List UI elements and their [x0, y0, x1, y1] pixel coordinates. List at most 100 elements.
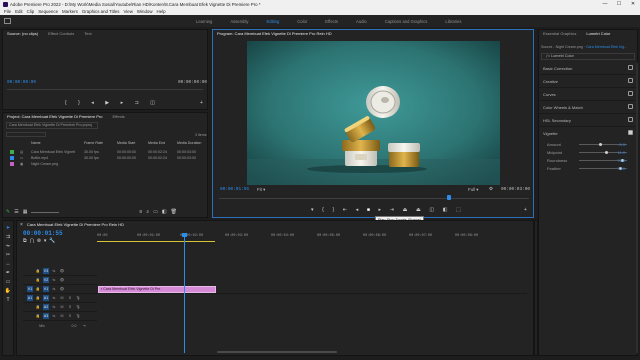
program-scrub-bar[interactable]: [219, 198, 529, 199]
track-target-v3[interactable]: V3: [43, 268, 49, 274]
col-media-start[interactable]: Media Start: [117, 141, 135, 145]
icon-view-icon[interactable]: ▦: [23, 209, 28, 215]
export-frame-icon[interactable]: ◫: [429, 207, 434, 213]
linked-selection-icon[interactable]: ⊗: [37, 238, 41, 244]
voiceover-icon[interactable]: 🎙: [75, 295, 81, 301]
tab-effects[interactable]: Effects: [113, 114, 125, 119]
voiceover-icon[interactable]: 🎙: [75, 304, 81, 310]
menu-sequence[interactable]: Sequence: [38, 9, 58, 14]
tab-sequence[interactable]: Cara Membuat Efek Vignette Di Premiere P…: [27, 222, 124, 227]
section-vignette[interactable]: Vignette: [539, 127, 637, 140]
col-name[interactable]: Name: [31, 141, 41, 145]
track-select-icon[interactable]: ⇉: [6, 234, 10, 240]
mix-volume-value[interactable]: 0.0: [69, 323, 79, 329]
comparison-view-icon[interactable]: ◧: [443, 207, 448, 213]
tab-lumetri-color[interactable]: Lumetri Color: [586, 31, 610, 36]
workspace-editing[interactable]: Editing: [266, 19, 279, 24]
section-checkbox[interactable]: [628, 78, 633, 83]
section-checkbox[interactable]: [628, 104, 633, 109]
section-checkbox[interactable]: [628, 117, 633, 122]
trash-icon[interactable]: 🗑: [171, 209, 177, 215]
tab-program[interactable]: Program: Cara Membuat Efek Vignette Di P…: [217, 31, 332, 36]
track-target-a3[interactable]: A3: [43, 313, 49, 319]
go-to-in-icon[interactable]: ⇤: [343, 207, 347, 213]
lock-icon[interactable]: 🔒: [35, 304, 41, 310]
slider-value[interactable]: 11.9: [618, 150, 626, 155]
playhead-marker[interactable]: [447, 195, 451, 200]
maximize-button[interactable]: ☐: [612, 1, 626, 7]
voiceover-icon[interactable]: 🎙: [75, 313, 81, 319]
slider-knob[interactable]: [605, 150, 608, 154]
menu-file[interactable]: File: [4, 9, 11, 14]
workspace-color[interactable]: Color: [297, 19, 307, 24]
slider-value[interactable]: 76.8: [617, 158, 625, 163]
step-forward-icon[interactable]: ▸: [379, 207, 382, 213]
solo-button[interactable]: S: [67, 295, 73, 301]
new-item-icon[interactable]: ◧: [162, 209, 167, 215]
pen-tool-icon[interactable]: ✒: [6, 270, 10, 276]
sync-lock-icon[interactable]: ⇆: [51, 304, 57, 310]
close-window-button[interactable]: ✕: [626, 1, 640, 7]
list-item[interactable]: ▣ Night Cream.png: [6, 161, 206, 167]
menu-graphics-and-titles[interactable]: Graphics and Titles: [82, 9, 120, 14]
mark-in-icon[interactable]: {: [65, 100, 67, 106]
workspace-audio[interactable]: Audio: [356, 19, 367, 24]
slip-tool-icon[interactable]: ↔: [6, 261, 11, 267]
nest-icon[interactable]: ⧉: [23, 238, 27, 244]
playhead-handle[interactable]: [182, 233, 187, 237]
lumetri-source-row[interactable]: Source - Night Cream.png · Cara Membuat …: [541, 45, 627, 49]
source-patch-v1[interactable]: V1: [27, 286, 33, 292]
lock-icon[interactable]: 🔒: [35, 277, 41, 283]
insert-icon[interactable]: ⊐: [135, 100, 139, 106]
tab-project[interactable]: Project: Cara Membuat Efek Vignette Di P…: [7, 114, 103, 119]
work-area-bar[interactable]: [97, 241, 215, 242]
slider-value[interactable]: -3.3: [618, 142, 625, 147]
program-add-button-icon[interactable]: +: [524, 207, 527, 213]
section-checkbox[interactable]: [628, 65, 633, 70]
hand-tool-icon[interactable]: ✋: [5, 288, 11, 294]
extract-icon[interactable]: ⏏: [416, 207, 421, 213]
workspace-effects[interactable]: Effects: [325, 19, 338, 24]
menu-markers[interactable]: Markers: [62, 9, 78, 14]
lock-icon[interactable]: 🔒: [35, 295, 41, 301]
source-timecode-current[interactable]: 00:00:00:00: [7, 80, 36, 85]
settings-icon[interactable]: ⚙: [489, 186, 493, 192]
ripple-edit-icon[interactable]: ⟛: [6, 243, 11, 249]
mark-out-icon[interactable]: }: [78, 100, 80, 106]
track-area[interactable]: ▪ Cara Membuat Efek Vignette Di Pre: [97, 267, 527, 330]
track-target-v2[interactable]: V2: [43, 277, 49, 283]
eye-icon[interactable]: 👁: [59, 277, 65, 283]
menu-view[interactable]: View: [123, 9, 132, 14]
close-tab-icon[interactable]: ×: [20, 222, 23, 228]
solo-button[interactable]: S: [67, 304, 73, 310]
section-creative[interactable]: Creative: [539, 75, 637, 88]
tab-text[interactable]: Text: [84, 31, 91, 36]
tab-essential-graphics[interactable]: Essential Graphics: [543, 31, 576, 36]
timeline-horizontal-scrollbar[interactable]: [217, 351, 337, 353]
mute-button[interactable]: M: [59, 304, 65, 310]
source-add-button-icon[interactable]: +: [200, 100, 203, 106]
lock-icon[interactable]: 🔒: [35, 313, 41, 319]
source-scrub-bar[interactable]: [7, 89, 203, 90]
sync-lock-icon[interactable]: ⇆: [51, 277, 57, 283]
col-media-end[interactable]: Media End: [148, 141, 165, 145]
track-target-a1[interactable]: A1: [43, 295, 49, 301]
lumetri-effect-select[interactable]: ƒx Lumetri Color: [541, 53, 635, 60]
tab-source[interactable]: Source: (no clips): [7, 31, 38, 36]
play-icon[interactable]: ▶: [105, 100, 109, 106]
zoom-fit-select[interactable]: Fit ▾: [257, 187, 265, 193]
section-curves[interactable]: Curves: [539, 88, 637, 101]
source-patch-a1[interactable]: A1: [27, 295, 33, 301]
menu-help[interactable]: Help: [157, 9, 166, 14]
pencil-icon[interactable]: ✎: [6, 209, 10, 215]
sync-lock-icon[interactable]: ⇆: [51, 286, 57, 292]
section-checkbox[interactable]: [628, 130, 633, 135]
menu-window[interactable]: Window: [137, 9, 153, 14]
lift-icon[interactable]: ⏏: [403, 207, 408, 213]
sort-icon[interactable]: ≡: [139, 209, 142, 215]
list-view-icon[interactable]: ☰: [14, 209, 18, 215]
timeline-timecode[interactable]: 00:00:01:55: [23, 230, 63, 237]
solo-button[interactable]: S: [67, 313, 73, 319]
mute-button[interactable]: M: [59, 295, 65, 301]
section-checkbox[interactable]: [628, 91, 633, 96]
